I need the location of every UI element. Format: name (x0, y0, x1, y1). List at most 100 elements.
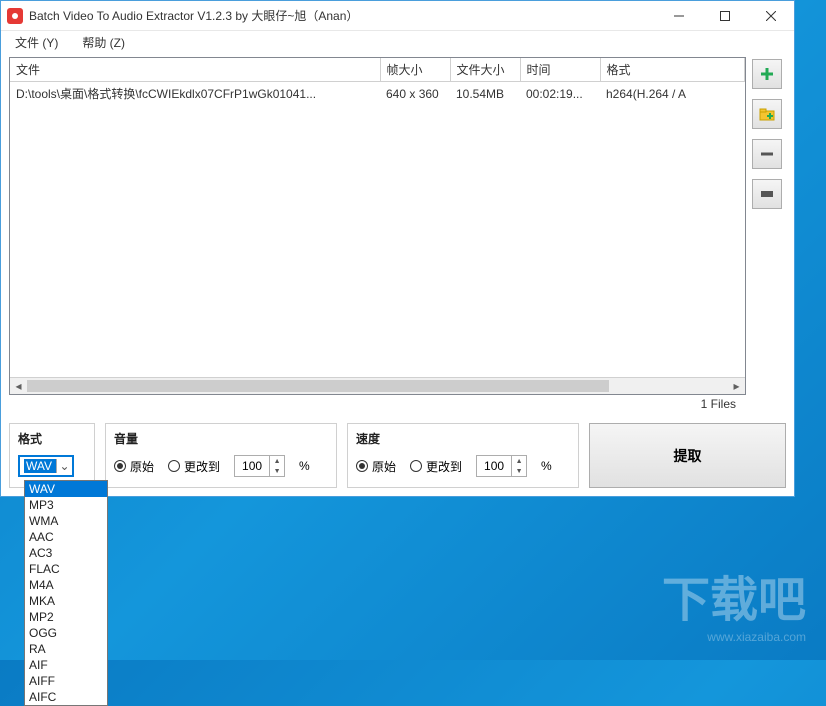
cell-filesize: 10.54MB (450, 82, 520, 106)
bottom-panel: 格式 WAV ⌄ 音量 原始 更改到 ▲ (1, 419, 794, 496)
spinner-down-icon[interactable]: ▼ (270, 466, 284, 476)
format-select[interactable]: WAV ⌄ (18, 455, 74, 477)
titlebar: Batch Video To Audio Extractor V1.2.3 by… (1, 1, 794, 31)
maximize-button[interactable] (702, 1, 748, 30)
format-label: 格式 (18, 430, 86, 447)
menu-help[interactable]: 帮助 (Z) (78, 32, 129, 53)
volume-input[interactable] (235, 459, 269, 473)
volume-changeto-text: 更改到 (184, 458, 220, 475)
file-table-wrap: 文件 帧大小 文件大小 时间 格式 D:\tools\桌面\格式转换\fcCWI… (9, 57, 746, 395)
side-buttons (752, 57, 786, 415)
spinner-up-icon[interactable]: ▲ (270, 456, 284, 466)
radio-dot-icon (114, 460, 126, 472)
scroll-left-icon[interactable]: ◂ (10, 378, 27, 395)
speed-changeto-radio[interactable]: 更改到 (410, 458, 462, 475)
radio-dot-icon (168, 460, 180, 472)
add-folder-button[interactable] (752, 99, 782, 129)
cell-file: D:\tools\桌面\格式转换\fcCWIEkdlx07CFrP1wGk010… (10, 82, 380, 106)
scroll-track[interactable] (27, 378, 728, 394)
window-buttons (656, 1, 794, 30)
status-files: 1 Files (9, 395, 746, 415)
window-title: Batch Video To Audio Extractor V1.2.3 by… (29, 7, 656, 24)
cell-frame: 640 x 360 (380, 82, 450, 106)
volume-original-radio[interactable]: 原始 (114, 458, 154, 475)
format-group: 格式 WAV ⌄ (9, 423, 95, 488)
volume-label: 音量 (114, 430, 328, 447)
scroll-right-icon[interactable]: ▸ (728, 378, 745, 395)
cell-format: h264(H.264 / A (600, 82, 745, 106)
content-area: 文件 帧大小 文件大小 时间 格式 D:\tools\桌面\格式转换\fcCWI… (1, 53, 794, 419)
speed-changeto-text: 更改到 (426, 458, 462, 475)
speed-label: 速度 (356, 430, 570, 447)
format-option[interactable]: AIF (25, 657, 107, 673)
menu-file[interactable]: 文件 (Y) (11, 32, 62, 53)
watermark-main: 下载吧 (662, 560, 806, 630)
speed-percent: % (541, 459, 552, 473)
chevron-down-icon: ⌄ (56, 459, 72, 473)
clear-button[interactable] (752, 179, 782, 209)
file-table: 文件 帧大小 文件大小 时间 格式 D:\tools\桌面\格式转换\fcCWI… (10, 58, 745, 105)
volume-spinner-arrows: ▲ ▼ (269, 456, 284, 476)
speed-spinner-arrows: ▲ ▼ (511, 456, 526, 476)
radio-dot-icon (410, 460, 422, 472)
col-file[interactable]: 文件 (10, 58, 380, 82)
radio-dot-icon (356, 460, 368, 472)
speed-original-text: 原始 (372, 458, 396, 475)
col-frame[interactable]: 帧大小 (380, 58, 450, 82)
minus-icon (759, 146, 775, 162)
speed-radio-row: 原始 更改到 ▲ ▼ % (356, 455, 570, 477)
extract-button[interactable]: 提取 (589, 423, 786, 488)
speed-group: 速度 原始 更改到 ▲ ▼ % (347, 423, 579, 488)
volume-radio-row: 原始 更改到 ▲ ▼ % (114, 455, 328, 477)
volume-original-text: 原始 (130, 458, 154, 475)
volume-spinner[interactable]: ▲ ▼ (234, 455, 285, 477)
format-option[interactable]: AAC (25, 529, 107, 545)
format-selected-value: WAV (24, 459, 56, 473)
col-format[interactable]: 格式 (600, 58, 745, 82)
cell-time: 00:02:19... (520, 82, 600, 106)
app-icon (7, 8, 23, 24)
format-dropdown-list[interactable]: WAVMP3WMAAACAC3FLACM4AMKAMP2OGGRAAIFAIFF… (24, 480, 108, 706)
watermark-sub: www.xiazaiba.com (707, 630, 806, 644)
left-column: 文件 帧大小 文件大小 时间 格式 D:\tools\桌面\格式转换\fcCWI… (9, 57, 746, 415)
minimize-icon (674, 11, 684, 21)
close-icon (766, 11, 776, 21)
add-file-button[interactable] (752, 59, 782, 89)
speed-input[interactable] (477, 459, 511, 473)
app-window: Batch Video To Audio Extractor V1.2.3 by… (0, 0, 795, 497)
format-option[interactable]: OGG (25, 625, 107, 641)
close-button[interactable] (748, 1, 794, 30)
col-time[interactable]: 时间 (520, 58, 600, 82)
format-option[interactable]: MKA (25, 593, 107, 609)
format-option[interactable]: WMA (25, 513, 107, 529)
plus-icon (759, 66, 775, 82)
volume-changeto-radio[interactable]: 更改到 (168, 458, 220, 475)
remove-button[interactable] (752, 139, 782, 169)
spinner-down-icon[interactable]: ▼ (512, 466, 526, 476)
table-row[interactable]: D:\tools\桌面\格式转换\fcCWIEkdlx07CFrP1wGk010… (10, 82, 745, 106)
table-header-row: 文件 帧大小 文件大小 时间 格式 (10, 58, 745, 82)
format-option[interactable]: WAV (25, 481, 107, 497)
horizontal-scrollbar[interactable]: ◂ ▸ (10, 377, 745, 394)
volume-percent: % (299, 459, 310, 473)
spinner-up-icon[interactable]: ▲ (512, 456, 526, 466)
col-filesize[interactable]: 文件大小 (450, 58, 520, 82)
format-option[interactable]: MP2 (25, 609, 107, 625)
volume-group: 音量 原始 更改到 ▲ ▼ % (105, 423, 337, 488)
speed-original-radio[interactable]: 原始 (356, 458, 396, 475)
format-option[interactable]: FLAC (25, 561, 107, 577)
format-option[interactable]: AIFF (25, 673, 107, 689)
format-option[interactable]: AC3 (25, 545, 107, 561)
scroll-thumb[interactable] (27, 380, 609, 392)
minimize-button[interactable] (656, 1, 702, 30)
folder-plus-icon (759, 106, 775, 122)
clear-icon (759, 186, 775, 202)
format-option[interactable]: M4A (25, 577, 107, 593)
extract-button-text: 提取 (674, 446, 702, 466)
maximize-icon (720, 11, 730, 21)
format-option[interactable]: MP3 (25, 497, 107, 513)
format-option[interactable]: AIFC (25, 689, 107, 705)
menubar: 文件 (Y) 帮助 (Z) (1, 31, 794, 53)
speed-spinner[interactable]: ▲ ▼ (476, 455, 527, 477)
format-option[interactable]: RA (25, 641, 107, 657)
